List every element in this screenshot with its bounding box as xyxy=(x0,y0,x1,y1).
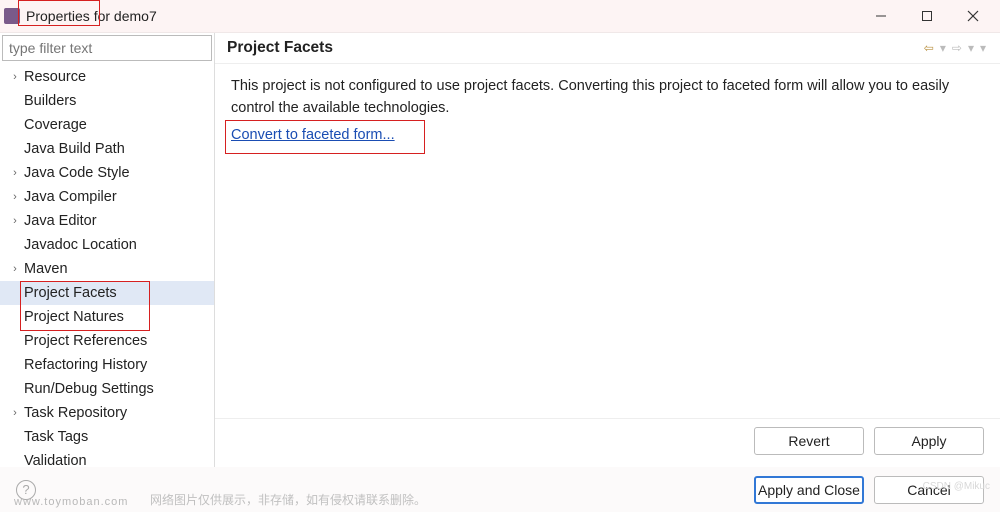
tree-item-label: Maven xyxy=(24,261,68,277)
watermark-csdn: CSDN @Mikuc xyxy=(923,481,990,492)
main-content: This project is not configured to use pr… xyxy=(215,64,1000,418)
tree-item-label: Java Build Path xyxy=(24,141,125,157)
tree-item-label: Java Code Style xyxy=(24,165,130,181)
tree-item-label: Javadoc Location xyxy=(24,237,137,253)
panel-buttons: Revert Apply xyxy=(215,418,1000,467)
tree-item-label: Project References xyxy=(24,333,147,349)
filter-input[interactable] xyxy=(2,35,212,61)
titlebar: Properties for demo7 xyxy=(0,0,1000,32)
maximize-button[interactable] xyxy=(904,0,950,32)
chevron-right-icon: › xyxy=(8,71,22,83)
tree-item-label: Validation xyxy=(24,453,87,467)
tree-item-label: Project Natures xyxy=(24,309,124,325)
tree-item[interactable]: ›Java Editor xyxy=(0,209,214,233)
main-header: Project Facets ⇦ ▾ ⇨ ▾ ▾ xyxy=(215,33,1000,64)
dropdown-icon[interactable]: ▾ xyxy=(978,41,988,55)
tree-item-label: Coverage xyxy=(24,117,87,133)
window-controls xyxy=(858,0,996,32)
category-tree[interactable]: ›Resource›Builders›Coverage›Java Build P… xyxy=(0,63,214,467)
window-title: Properties for demo7 xyxy=(26,8,157,24)
tree-item-label: Java Editor xyxy=(24,213,97,229)
close-button[interactable] xyxy=(950,0,996,32)
tree-item[interactable]: ›Refactoring History xyxy=(0,353,214,377)
nav-history: ⇦ ▾ ⇨ ▾ ▾ xyxy=(922,41,988,55)
tree-item[interactable]: ›Coverage xyxy=(0,113,214,137)
tree-item-label: Project Facets xyxy=(24,285,117,301)
tree-item[interactable]: ›Task Tags xyxy=(0,425,214,449)
back-icon[interactable]: ⇦ xyxy=(922,41,936,55)
tree-item[interactable]: ›Java Compiler xyxy=(0,185,214,209)
tree-item[interactable]: ›Project References xyxy=(0,329,214,353)
watermark-cn: 网络图片仅供展示，非存储，如有侵权请联系删除。 xyxy=(150,491,426,508)
tree-item[interactable]: ›Task Repository xyxy=(0,401,214,425)
tree-item[interactable]: ›Resource xyxy=(0,65,214,89)
tree-item[interactable]: ›Project Natures xyxy=(0,305,214,329)
revert-button[interactable]: Revert xyxy=(754,427,864,455)
chevron-right-icon: › xyxy=(8,263,22,275)
tree-item[interactable]: ›Project Facets xyxy=(0,281,214,305)
tree-item[interactable]: ›Builders xyxy=(0,89,214,113)
description-text: This project is not configured to use pr… xyxy=(231,76,984,120)
tree-item-label: Run/Debug Settings xyxy=(24,381,154,397)
apply-close-button[interactable]: Apply and Close xyxy=(754,476,864,504)
tree-item[interactable]: ›Java Build Path xyxy=(0,137,214,161)
main-panel: Project Facets ⇦ ▾ ⇨ ▾ ▾ This project is… xyxy=(215,33,1000,467)
tree-item[interactable]: ›Validation xyxy=(0,449,214,467)
tree-item-label: Java Compiler xyxy=(24,189,117,205)
dialog-body: ›Resource›Builders›Coverage›Java Build P… xyxy=(0,32,1000,467)
chevron-right-icon: › xyxy=(8,407,22,419)
forward-menu-icon[interactable]: ▾ xyxy=(966,41,976,55)
sidebar: ›Resource›Builders›Coverage›Java Build P… xyxy=(0,33,215,467)
tree-item[interactable]: ›Maven xyxy=(0,257,214,281)
tree-item-label: Resource xyxy=(24,69,86,85)
minimize-button[interactable] xyxy=(858,0,904,32)
page-title: Project Facets xyxy=(227,39,333,57)
watermark-url: www.toymoban.com xyxy=(14,496,128,508)
back-menu-icon[interactable]: ▾ xyxy=(938,41,948,55)
tree-item[interactable]: ›Java Code Style xyxy=(0,161,214,185)
forward-icon[interactable]: ⇨ xyxy=(950,41,964,55)
tree-item-label: Task Tags xyxy=(24,429,88,445)
tree-item[interactable]: ›Javadoc Location xyxy=(0,233,214,257)
tree-item-label: Refactoring History xyxy=(24,357,147,373)
chevron-right-icon: › xyxy=(8,191,22,203)
tree-item[interactable]: ›Run/Debug Settings xyxy=(0,377,214,401)
annotation-highlight-link xyxy=(225,120,425,154)
tree-item-label: Builders xyxy=(24,93,76,109)
app-icon xyxy=(4,8,20,24)
chevron-right-icon: › xyxy=(8,215,22,227)
apply-button[interactable]: Apply xyxy=(874,427,984,455)
chevron-right-icon: › xyxy=(8,167,22,179)
tree-item-label: Task Repository xyxy=(24,405,127,421)
